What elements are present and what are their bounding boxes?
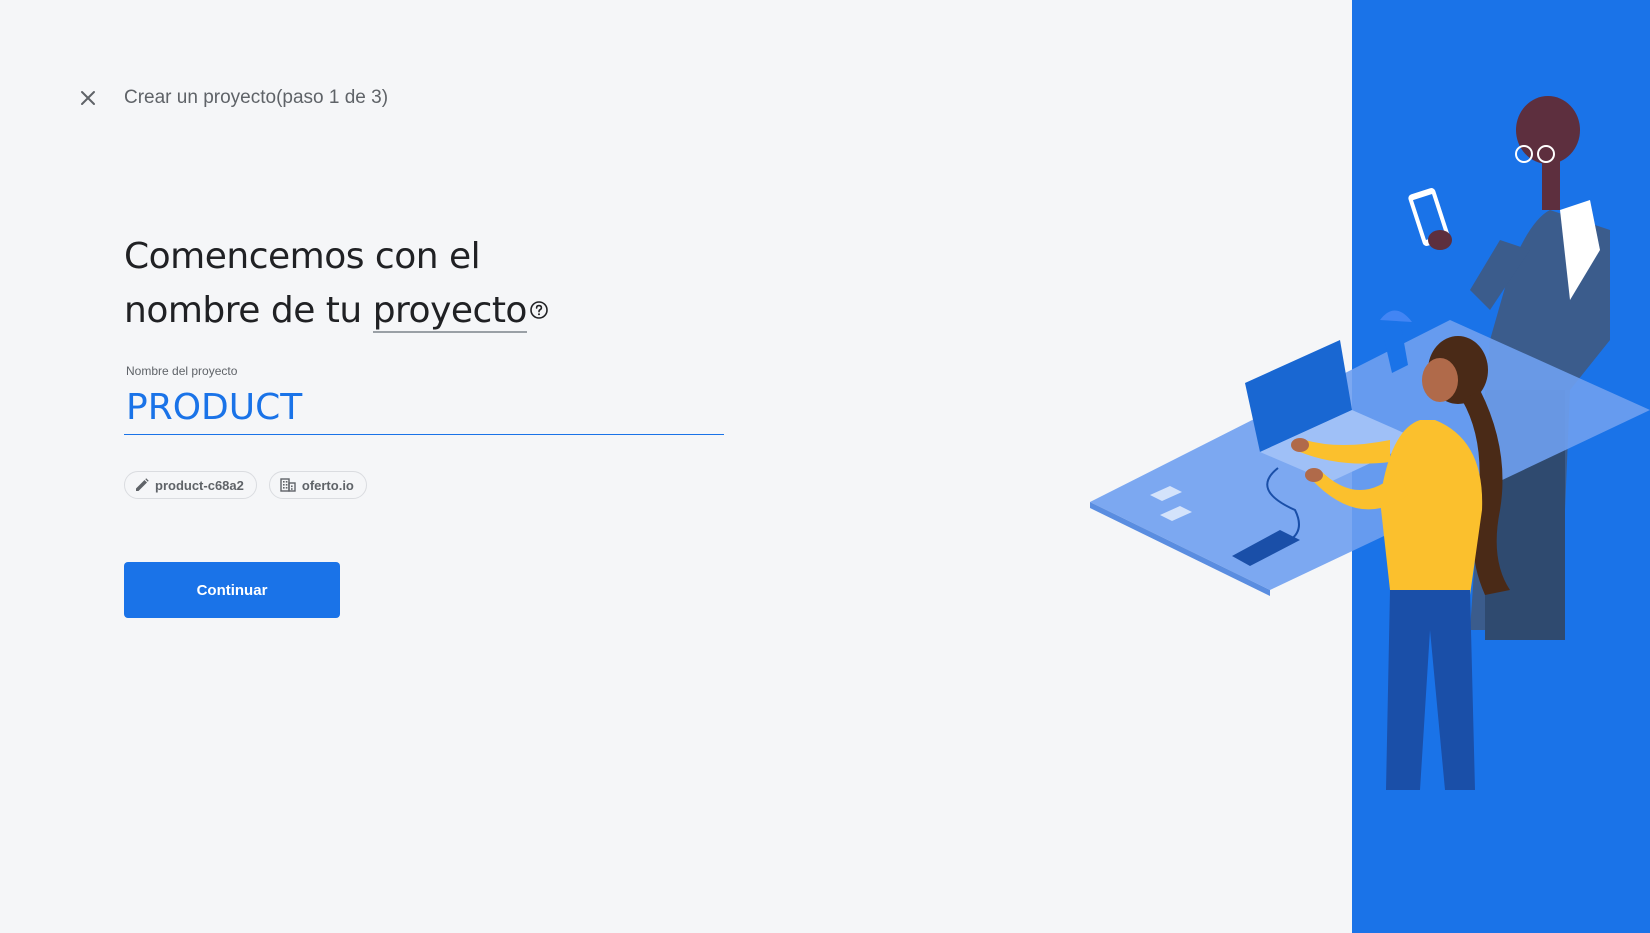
continue-button[interactable]: Continuar xyxy=(124,562,340,618)
headline-line-2: nombre de tu proyecto xyxy=(124,284,724,338)
header: Crear un proyecto(paso 1 de 3) xyxy=(74,84,388,112)
project-term-tooltip[interactable]: proyecto xyxy=(372,290,527,333)
help-icon[interactable] xyxy=(529,282,549,336)
project-chips: product-c68a2 oferto.io xyxy=(124,471,367,499)
headline-line-1: Comencemos con el xyxy=(124,236,481,277)
project-name-field[interactable] xyxy=(124,380,724,435)
headline-line-2-prefix: nombre de tu xyxy=(124,290,373,331)
project-name-label: Nombre del proyecto xyxy=(126,364,238,378)
page-headline: Comencemos con el nombre de tu proyecto xyxy=(124,230,724,338)
building-icon xyxy=(280,478,296,492)
project-name-input[interactable] xyxy=(124,386,724,428)
project-id-chip[interactable]: product-c68a2 xyxy=(124,471,257,499)
organization-label: oferto.io xyxy=(301,477,354,493)
illustration-people-at-desk xyxy=(1090,96,1650,790)
close-icon xyxy=(81,91,95,105)
close-button[interactable] xyxy=(74,84,102,112)
step-title: Crear un proyecto(paso 1 de 3) xyxy=(124,87,389,108)
pencil-icon xyxy=(136,478,149,491)
organization-chip[interactable]: oferto.io xyxy=(268,471,367,499)
project-id-label: product-c68a2 xyxy=(155,477,244,493)
